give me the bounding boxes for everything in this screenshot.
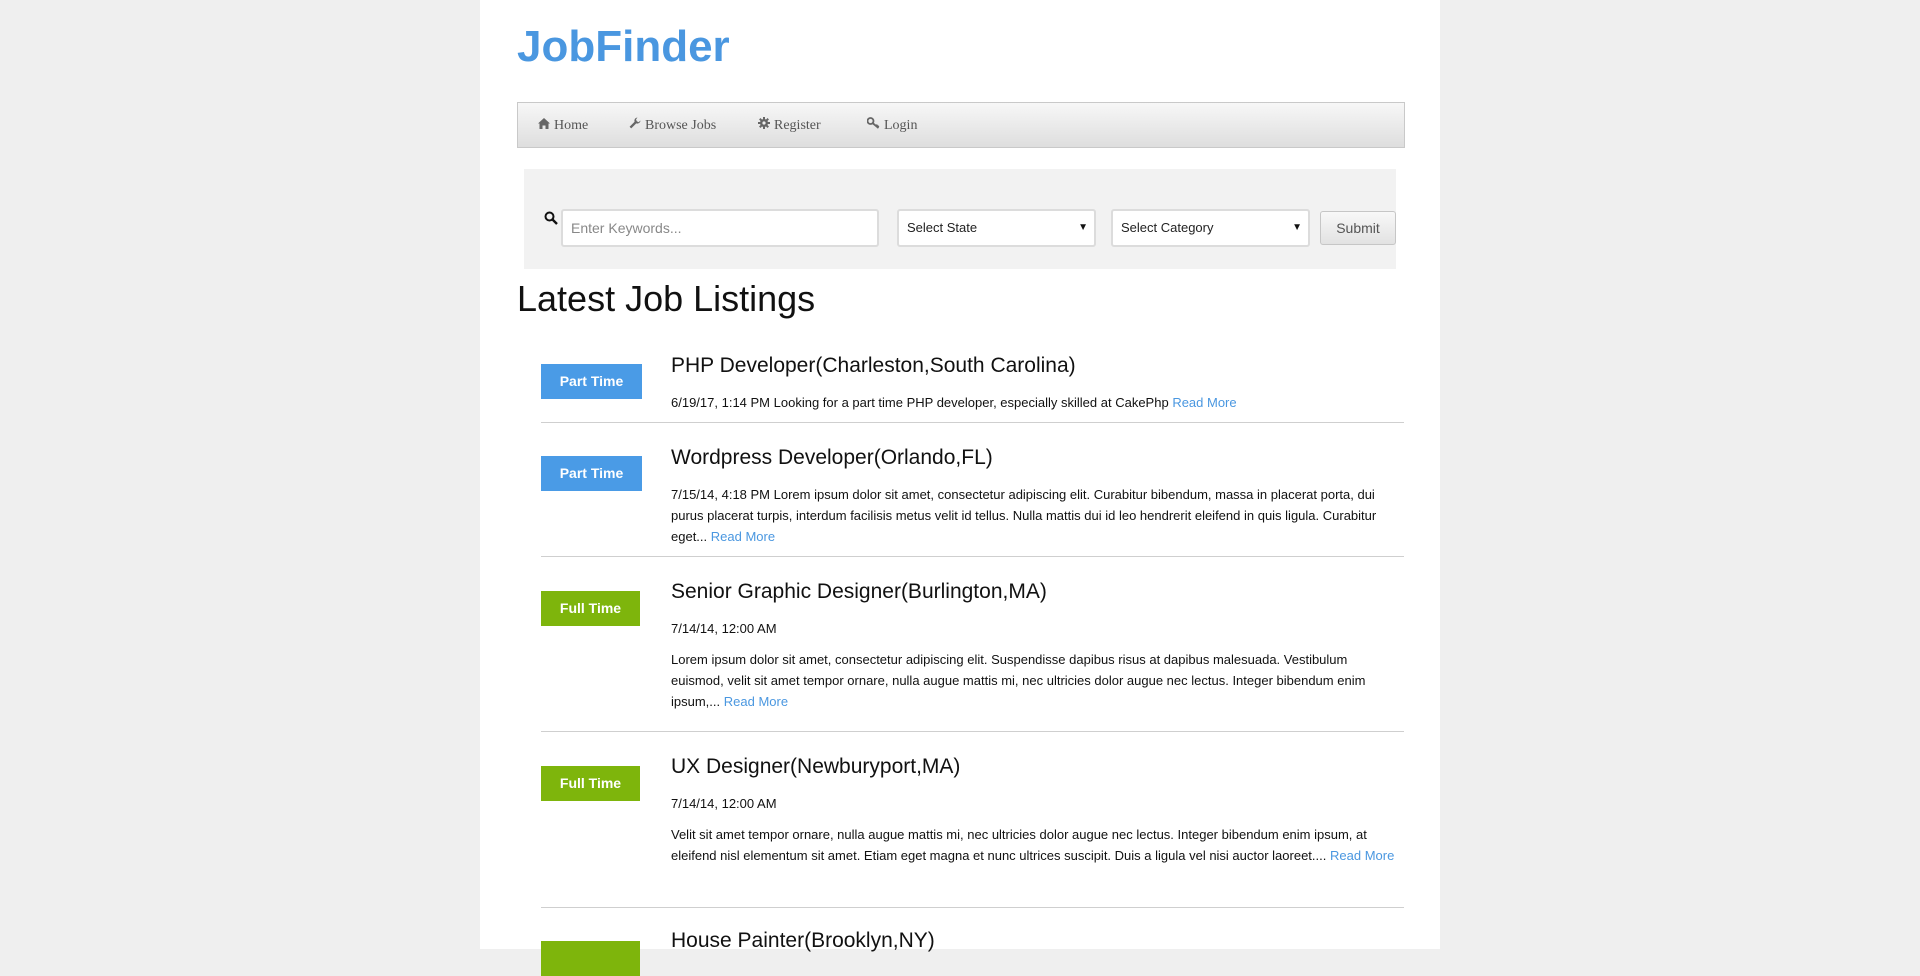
job-listing: Full Time UX Designer(Newburyport,MA) 7/… [541, 731, 1404, 908]
job-date: 7/14/14, 12:00 AM [671, 796, 777, 811]
keywords-input[interactable] [561, 209, 879, 247]
read-more-link[interactable]: Read More [724, 694, 788, 709]
wrench-icon [629, 103, 641, 147]
job-type-badge: Part Time [541, 456, 642, 491]
job-type-badge: Part Time [541, 364, 642, 399]
nav-browse-jobs-label: Browse Jobs [645, 118, 717, 133]
gear-icon [758, 103, 770, 147]
home-icon [538, 103, 550, 147]
nav-browse-jobs[interactable]: Browse Jobs [629, 103, 716, 147]
job-type-badge: Full Time [541, 766, 640, 801]
site-logo[interactable]: JobFinder [517, 22, 730, 72]
job-title[interactable]: PHP Developer(Charleston,South Carolina) [671, 354, 1076, 378]
page-title: Latest Job Listings [517, 278, 816, 319]
caret-down-icon: ▼ [1292, 222, 1302, 233]
job-date: 7/14/14, 12:00 AM [671, 621, 777, 636]
job-listing: Part Time Wordpress Developer(Orlando,FL… [541, 422, 1404, 557]
job-title[interactable]: Wordpress Developer(Orlando,FL) [671, 446, 993, 470]
job-listing: Part Time PHP Developer(Charleston,South… [541, 350, 1404, 423]
job-description: Velit sit amet tempor ornare, nulla augu… [671, 827, 1367, 863]
job-description: Looking for a part time PHP developer, e… [773, 395, 1169, 410]
job-type-badge: Full Time [541, 591, 640, 626]
job-listing: House Painter(Brooklyn,NY) [541, 907, 1404, 976]
job-summary: 7/15/14, 4:18 PM Lorem ipsum dolor sit a… [671, 484, 1401, 547]
state-select[interactable]: Select State ▼ [897, 209, 1096, 247]
job-summary: Lorem ipsum dolor sit amet, consectetur … [671, 649, 1401, 712]
job-listing: Full Time Senior Graphic Designer(Burlin… [541, 556, 1404, 732]
submit-button[interactable]: Submit [1320, 211, 1396, 245]
job-description: Lorem ipsum dolor sit amet, consectetur … [671, 487, 1377, 544]
state-select-value: Select State [907, 220, 978, 235]
page-container: JobFinder Home Browse Jobs Register Logi… [480, 0, 1440, 976]
job-title[interactable]: House Painter(Brooklyn,NY) [671, 929, 935, 953]
read-more-link[interactable]: Read More [1330, 848, 1394, 863]
nav-login[interactable]: Login [866, 103, 918, 147]
read-more-link[interactable]: Read More [711, 529, 775, 544]
read-more-link[interactable]: Read More [1172, 395, 1236, 410]
nav-register-label: Register [774, 118, 821, 133]
main-nav: Home Browse Jobs Register Login [517, 102, 1405, 148]
caret-down-icon: ▼ [1078, 222, 1088, 233]
job-search-form: Select State ▼ Select Category ▼ Submit [524, 169, 1396, 269]
job-title[interactable]: UX Designer(Newburyport,MA) [671, 755, 960, 779]
nav-login-label: Login [884, 118, 918, 133]
job-summary: 6/19/17, 1:14 PM Looking for a part time… [671, 392, 1401, 413]
nav-register[interactable]: Register [758, 103, 821, 147]
key-icon [866, 103, 880, 147]
category-select-value: Select Category [1121, 220, 1214, 235]
job-summary: Velit sit amet tempor ornare, nulla augu… [671, 824, 1401, 866]
job-type-badge [541, 941, 640, 976]
category-select[interactable]: Select Category ▼ [1111, 209, 1310, 247]
job-title[interactable]: Senior Graphic Designer(Burlington,MA) [671, 580, 1047, 604]
job-date: 6/19/17, 1:14 PM [671, 395, 771, 410]
search-icon [544, 211, 558, 225]
nav-home-label: Home [554, 118, 589, 133]
job-date: 7/15/14, 4:18 PM [671, 487, 771, 502]
nav-home[interactable]: Home [538, 103, 588, 147]
